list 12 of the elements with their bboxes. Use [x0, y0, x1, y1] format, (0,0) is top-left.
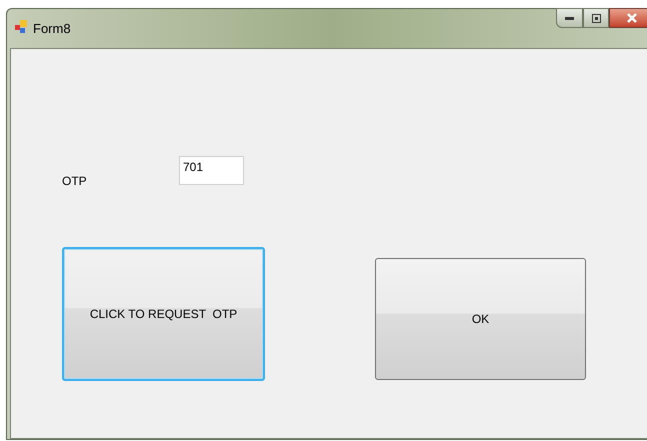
otp-field[interactable]: 701	[179, 156, 244, 185]
minimize-button[interactable]	[556, 8, 583, 28]
close-button[interactable]	[609, 8, 647, 28]
app-icon	[15, 20, 28, 34]
request-otp-button[interactable]: CLICK TO REQUEST OTP	[62, 247, 265, 381]
minimize-icon	[565, 16, 574, 20]
maximize-icon	[592, 14, 600, 22]
maximize-button[interactable]	[583, 8, 609, 28]
otp-label: OTP	[62, 173, 87, 190]
ok-button[interactable]: OK	[375, 258, 586, 380]
window-title: Form8	[33, 20, 71, 38]
close-icon	[627, 13, 637, 23]
